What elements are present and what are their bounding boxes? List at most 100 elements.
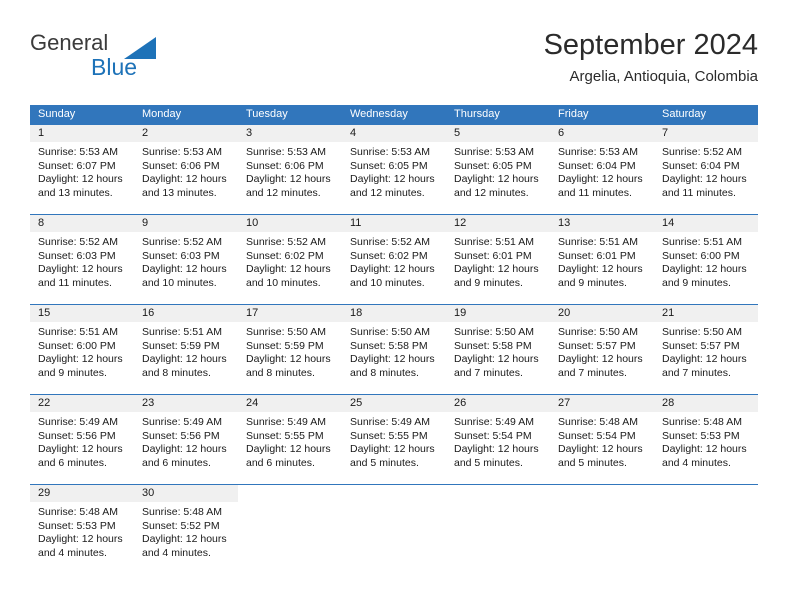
day-cell[interactable]: 4 Sunrise: 5:53 AM Sunset: 6:05 PM Dayli… bbox=[342, 125, 446, 214]
sunrise-text: Sunrise: 5:51 AM bbox=[662, 236, 742, 248]
daylight-text: Daylight: 12 hours and 12 minutes. bbox=[246, 173, 331, 199]
day-details: Sunrise: 5:53 AM Sunset: 6:05 PM Dayligh… bbox=[342, 142, 446, 200]
day-cell[interactable]: 26 Sunrise: 5:49 AM Sunset: 5:54 PM Dayl… bbox=[446, 395, 550, 484]
day-details: Sunrise: 5:50 AM Sunset: 5:59 PM Dayligh… bbox=[238, 322, 342, 380]
sunset-text: Sunset: 5:57 PM bbox=[558, 339, 636, 352]
sunrise-text: Sunrise: 5:52 AM bbox=[350, 236, 430, 248]
day-cell[interactable]: 7 Sunrise: 5:52 AM Sunset: 6:04 PM Dayli… bbox=[654, 125, 758, 214]
day-number bbox=[342, 485, 446, 502]
daylight-text: Daylight: 12 hours and 11 minutes. bbox=[38, 263, 123, 289]
day-cell[interactable]: 23 Sunrise: 5:49 AM Sunset: 5:56 PM Dayl… bbox=[134, 395, 238, 484]
day-number: 22 bbox=[30, 395, 134, 412]
sunset-text: Sunset: 5:55 PM bbox=[350, 429, 428, 442]
daylight-text: Daylight: 12 hours and 8 minutes. bbox=[246, 353, 331, 379]
sunset-text: Sunset: 6:00 PM bbox=[38, 339, 116, 352]
day-number: 27 bbox=[550, 395, 654, 412]
weekday-header-row: Sunday Monday Tuesday Wednesday Thursday… bbox=[30, 105, 758, 124]
sunset-text: Sunset: 5:59 PM bbox=[246, 339, 324, 352]
day-cell[interactable]: 13 Sunrise: 5:51 AM Sunset: 6:01 PM Dayl… bbox=[550, 215, 654, 304]
day-number: 11 bbox=[342, 215, 446, 232]
day-details: Sunrise: 5:49 AM Sunset: 5:55 PM Dayligh… bbox=[342, 412, 446, 470]
day-cell[interactable]: 24 Sunrise: 5:49 AM Sunset: 5:55 PM Dayl… bbox=[238, 395, 342, 484]
sunset-text: Sunset: 5:59 PM bbox=[142, 339, 220, 352]
sunrise-text: Sunrise: 5:51 AM bbox=[38, 326, 118, 338]
day-number: 29 bbox=[30, 485, 134, 502]
sunset-text: Sunset: 5:58 PM bbox=[350, 339, 428, 352]
day-cell[interactable]: 25 Sunrise: 5:49 AM Sunset: 5:55 PM Dayl… bbox=[342, 395, 446, 484]
day-cell[interactable]: 21 Sunrise: 5:50 AM Sunset: 5:57 PM Dayl… bbox=[654, 305, 758, 394]
weekday-header-saturday: Saturday bbox=[662, 108, 707, 120]
daylight-text: Daylight: 12 hours and 6 minutes. bbox=[142, 443, 227, 469]
day-number: 18 bbox=[342, 305, 446, 322]
sunrise-text: Sunrise: 5:53 AM bbox=[38, 146, 118, 158]
daylight-text: Daylight: 12 hours and 5 minutes. bbox=[454, 443, 539, 469]
day-cell[interactable]: 19 Sunrise: 5:50 AM Sunset: 5:58 PM Dayl… bbox=[446, 305, 550, 394]
day-number: 8 bbox=[30, 215, 134, 232]
day-cell[interactable]: 15 Sunrise: 5:51 AM Sunset: 6:00 PM Dayl… bbox=[30, 305, 134, 394]
day-cell[interactable]: 18 Sunrise: 5:50 AM Sunset: 5:58 PM Dayl… bbox=[342, 305, 446, 394]
daylight-text: Daylight: 12 hours and 8 minutes. bbox=[350, 353, 435, 379]
sunset-text: Sunset: 5:54 PM bbox=[454, 429, 532, 442]
day-cell[interactable]: 20 Sunrise: 5:50 AM Sunset: 5:57 PM Dayl… bbox=[550, 305, 654, 394]
sunset-text: Sunset: 5:55 PM bbox=[246, 429, 324, 442]
daylight-text: Daylight: 12 hours and 6 minutes. bbox=[38, 443, 123, 469]
daylight-text: Daylight: 12 hours and 12 minutes. bbox=[350, 173, 435, 199]
day-details: Sunrise: 5:48 AM Sunset: 5:53 PM Dayligh… bbox=[30, 502, 134, 560]
day-details: Sunrise: 5:51 AM Sunset: 6:00 PM Dayligh… bbox=[30, 322, 134, 380]
day-details: Sunrise: 5:51 AM Sunset: 6:00 PM Dayligh… bbox=[654, 232, 758, 290]
day-cell[interactable]: 29 Sunrise: 5:48 AM Sunset: 5:53 PM Dayl… bbox=[30, 485, 134, 571]
daylight-text: Daylight: 12 hours and 7 minutes. bbox=[558, 353, 643, 379]
day-details: Sunrise: 5:51 AM Sunset: 6:01 PM Dayligh… bbox=[446, 232, 550, 290]
day-number: 10 bbox=[238, 215, 342, 232]
day-details: Sunrise: 5:52 AM Sunset: 6:02 PM Dayligh… bbox=[342, 232, 446, 290]
day-cell[interactable]: 3 Sunrise: 5:53 AM Sunset: 6:06 PM Dayli… bbox=[238, 125, 342, 214]
day-cell[interactable]: 2 Sunrise: 5:53 AM Sunset: 6:06 PM Dayli… bbox=[134, 125, 238, 214]
day-number bbox=[654, 485, 758, 502]
day-cell[interactable]: 22 Sunrise: 5:49 AM Sunset: 5:56 PM Dayl… bbox=[30, 395, 134, 484]
sunrise-text: Sunrise: 5:48 AM bbox=[142, 506, 222, 518]
sunrise-text: Sunrise: 5:49 AM bbox=[142, 416, 222, 428]
day-cell[interactable]: 27 Sunrise: 5:48 AM Sunset: 5:54 PM Dayl… bbox=[550, 395, 654, 484]
day-cell[interactable]: 12 Sunrise: 5:51 AM Sunset: 6:01 PM Dayl… bbox=[446, 215, 550, 304]
day-details: Sunrise: 5:48 AM Sunset: 5:52 PM Dayligh… bbox=[134, 502, 238, 560]
day-number: 2 bbox=[134, 125, 238, 142]
day-number: 5 bbox=[446, 125, 550, 142]
daylight-text: Daylight: 12 hours and 10 minutes. bbox=[246, 263, 331, 289]
sunrise-text: Sunrise: 5:48 AM bbox=[38, 506, 118, 518]
day-cell[interactable]: 17 Sunrise: 5:50 AM Sunset: 5:59 PM Dayl… bbox=[238, 305, 342, 394]
day-cell[interactable]: 10 Sunrise: 5:52 AM Sunset: 6:02 PM Dayl… bbox=[238, 215, 342, 304]
sunset-text: Sunset: 5:53 PM bbox=[662, 429, 740, 442]
day-number: 3 bbox=[238, 125, 342, 142]
daylight-text: Daylight: 12 hours and 4 minutes. bbox=[142, 533, 227, 559]
daylight-text: Daylight: 12 hours and 10 minutes. bbox=[350, 263, 435, 289]
day-details: Sunrise: 5:51 AM Sunset: 6:01 PM Dayligh… bbox=[550, 232, 654, 290]
day-number: 21 bbox=[654, 305, 758, 322]
day-cell[interactable]: 30 Sunrise: 5:48 AM Sunset: 5:52 PM Dayl… bbox=[134, 485, 238, 571]
day-details: Sunrise: 5:53 AM Sunset: 6:06 PM Dayligh… bbox=[134, 142, 238, 200]
sunrise-text: Sunrise: 5:49 AM bbox=[350, 416, 430, 428]
sunset-text: Sunset: 6:04 PM bbox=[662, 159, 740, 172]
daylight-text: Daylight: 12 hours and 7 minutes. bbox=[454, 353, 539, 379]
day-cell[interactable]: 6 Sunrise: 5:53 AM Sunset: 6:04 PM Dayli… bbox=[550, 125, 654, 214]
day-cell[interactable]: 8 Sunrise: 5:52 AM Sunset: 6:03 PM Dayli… bbox=[30, 215, 134, 304]
day-cell[interactable]: 16 Sunrise: 5:51 AM Sunset: 5:59 PM Dayl… bbox=[134, 305, 238, 394]
sunrise-text: Sunrise: 5:50 AM bbox=[558, 326, 638, 338]
day-number: 24 bbox=[238, 395, 342, 412]
week-row: 1 Sunrise: 5:53 AM Sunset: 6:07 PM Dayli… bbox=[30, 124, 758, 214]
sunset-text: Sunset: 6:06 PM bbox=[246, 159, 324, 172]
day-cell[interactable]: 28 Sunrise: 5:48 AM Sunset: 5:53 PM Dayl… bbox=[654, 395, 758, 484]
general-blue-logo[interactable]: General Blue bbox=[30, 28, 170, 84]
calendar-grid: Sunday Monday Tuesday Wednesday Thursday… bbox=[30, 105, 758, 571]
day-number: 14 bbox=[654, 215, 758, 232]
day-cell[interactable]: 14 Sunrise: 5:51 AM Sunset: 6:00 PM Dayl… bbox=[654, 215, 758, 304]
day-number: 4 bbox=[342, 125, 446, 142]
day-cell[interactable]: 1 Sunrise: 5:53 AM Sunset: 6:07 PM Dayli… bbox=[30, 125, 134, 214]
page-title: September 2024 bbox=[543, 29, 758, 61]
weekday-header-wednesday: Wednesday bbox=[350, 108, 408, 120]
day-cell[interactable]: 9 Sunrise: 5:52 AM Sunset: 6:03 PM Dayli… bbox=[134, 215, 238, 304]
day-cell[interactable]: 11 Sunrise: 5:52 AM Sunset: 6:02 PM Dayl… bbox=[342, 215, 446, 304]
day-cell[interactable]: 5 Sunrise: 5:53 AM Sunset: 6:05 PM Dayli… bbox=[446, 125, 550, 214]
day-number: 9 bbox=[134, 215, 238, 232]
day-number: 17 bbox=[238, 305, 342, 322]
day-cell-empty bbox=[342, 485, 446, 571]
